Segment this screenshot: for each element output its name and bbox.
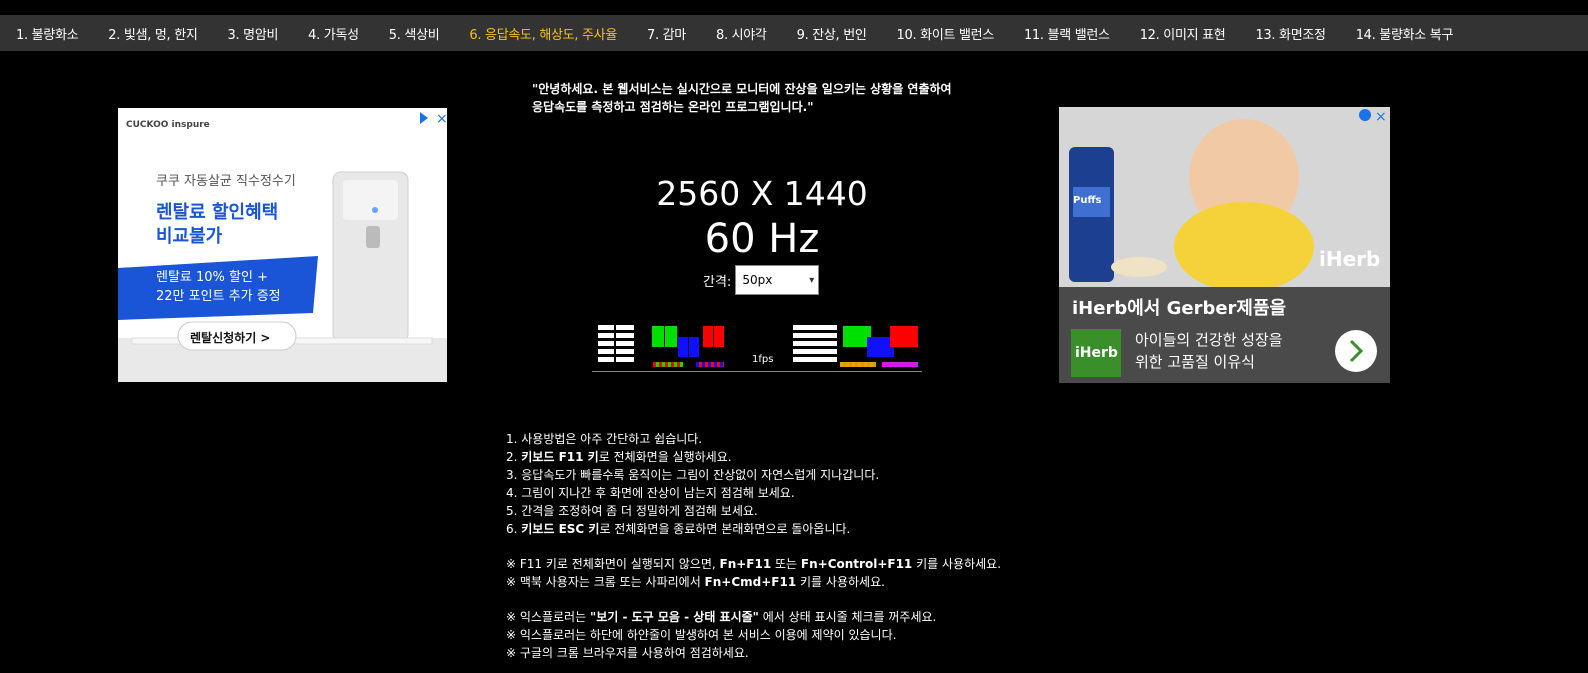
- instructions: 1. 사용방법은 아주 간단하고 쉽습니다. 2. 키보드 F11 키로 전체화…: [506, 430, 1066, 662]
- nav-item-screen-adjust[interactable]: 13. 화면조정: [1255, 24, 1326, 43]
- white-stack-left-a: [598, 325, 614, 365]
- main-nav: 1. 불량화소 2. 빛샘, 멍, 한지 3. 명암비 4. 가독성 5. 색상…: [0, 15, 1588, 51]
- response-test-area: 1fps: [592, 320, 922, 372]
- instruction-3: 3. 응답속도가 빠를수록 움직이는 그림이 잔상없이 자연스럽게 지나갑니다.: [506, 468, 880, 482]
- instruction-5: 5. 간격을 조정하여 좀 더 정밀하게 점검해 보세요.: [506, 504, 758, 518]
- resolution-readout: 2560 X 1440: [656, 174, 868, 213]
- ad-banner-right[interactable]: × Puffs iHerb iHerb에서 Gerber제품을 iHerb 아이…: [1059, 107, 1390, 383]
- red-block-left-1: [703, 326, 713, 347]
- top-strip: [0, 0, 1588, 15]
- nav-item-burn-in[interactable]: 9. 잔상, 번인: [797, 24, 867, 43]
- red-block-left-2: [714, 326, 724, 347]
- gap-label: 간격:: [703, 274, 732, 290]
- instruction-6: 6. 키보드 ESC 키로 전체화면을 종료하면 본래화면으로 돌아옵니다.: [506, 522, 851, 536]
- white-stack-left-b: [616, 325, 634, 365]
- gap-select[interactable]: 50px ▾: [735, 265, 820, 295]
- ad-right-sub2: 위한 고품질 이유식: [1135, 353, 1255, 371]
- stripe-br-left: [696, 362, 724, 367]
- svg-text:×: ×: [436, 111, 447, 127]
- test-baseline: [592, 371, 922, 372]
- ad-left-promo2: 22만 포인트 추가 증정: [156, 289, 281, 304]
- note-2: ※ 맥북 사용자는 크롬 또는 사파리에서 Fn+Cmd+F11 키를 사용하세…: [506, 575, 885, 589]
- svg-text:×: ×: [1375, 109, 1387, 125]
- ad-left-line3: 비교불가: [156, 226, 223, 247]
- green-block-left-2: [665, 326, 677, 347]
- stripe-rg-left: [653, 362, 683, 367]
- intro-line-1: "안녕하세요. 본 웹서비스는 실시간으로 모니터에 잔상을 일으키는 상황을 …: [532, 82, 952, 96]
- nav-item-black-balance[interactable]: 11. 블랙 밸런스: [1024, 24, 1110, 43]
- nav-item-readability[interactable]: 4. 가독성: [308, 24, 359, 43]
- nav-item-color-ratio[interactable]: 5. 색상비: [389, 24, 440, 43]
- instruction-2: 2. 키보드 F11 키로 전체화면을 실행하세요.: [506, 450, 732, 464]
- note-3: ※ 익스플로러는 "보기 - 도구 모음 - 상태 표시줄" 에서 상태 표시줄…: [506, 610, 937, 624]
- nav-item-gamma[interactable]: 7. 감마: [647, 24, 686, 43]
- red-block-right: [890, 326, 918, 347]
- note-4: ※ 익스플로러는 하단에 하얀줄이 발생하여 본 서비스 이용에 제약이 있습니…: [506, 628, 897, 642]
- white-stack-right: [793, 325, 837, 365]
- blue-block-left-2: [689, 337, 699, 357]
- ad-right-headline: iHerb에서 Gerber제품을: [1072, 298, 1287, 319]
- nav-item-dead-pixel[interactable]: 1. 불량화소: [16, 24, 79, 43]
- instruction-4: 4. 그림이 지나간 후 화면에 잔상이 남는지 점검해 보세요.: [506, 486, 795, 500]
- nav-item-viewing-angle[interactable]: 8. 시야각: [716, 24, 767, 43]
- gap-control: 간격: 50px ▾: [703, 265, 820, 295]
- chevron-down-icon: ▾: [809, 274, 815, 286]
- nav-item-image-expression[interactable]: 12. 이미지 표현: [1140, 24, 1226, 43]
- ad-right-logo-text: iHerb: [1075, 345, 1118, 361]
- ad-left-line2: 렌탈료 할인혜택: [156, 202, 279, 223]
- ad-right-product: Puffs: [1073, 195, 1102, 206]
- fps-label: 1fps: [752, 354, 774, 365]
- nav-item-white-balance[interactable]: 10. 화이트 밸런스: [897, 24, 995, 43]
- stripe-yellow-right: [840, 362, 876, 367]
- ad-banner-left[interactable]: × CUCKOO inspure 쿠쿠 자동살균 직수정수기 렌탈료 할인혜택 …: [118, 108, 447, 382]
- ad-left-line1: 쿠쿠 자동살균 직수정수기: [156, 174, 296, 189]
- green-block-left-1: [652, 326, 664, 347]
- ad-left-cta[interactable]: 렌탈신청하기 >: [190, 329, 270, 346]
- refresh-rate-readout: 60 Hz: [704, 216, 820, 262]
- instruction-1: 1. 사용방법은 아주 간단하고 쉽습니다.: [506, 432, 703, 446]
- intro-line-2: 응답속도를 측정하고 점검하는 온라인 프로그램입니다.": [532, 100, 814, 114]
- nav-item-response-time[interactable]: 6. 응답속도, 해상도, 주사율: [469, 24, 617, 43]
- nav-item-backlight-bleed[interactable]: 2. 빛샘, 멍, 한지: [108, 24, 198, 43]
- blue-block-left-1: [678, 337, 688, 357]
- intro-text: "안녕하세요. 본 웹서비스는 실시간으로 모니터에 잔상을 일으키는 상황을 …: [532, 80, 1052, 116]
- ad-left-brand: CUCKOO inspure: [126, 120, 210, 130]
- ad-right-sub1: 아이들의 건강한 성장을: [1135, 331, 1283, 349]
- nav-item-pixel-repair[interactable]: 14. 불량화소 복구: [1356, 24, 1454, 43]
- ad-left-promo1: 렌탈료 10% 할인 +: [156, 270, 268, 285]
- gap-select-value: 50px: [742, 273, 773, 287]
- nav-item-contrast[interactable]: 3. 명암비: [228, 24, 279, 43]
- note-5: ※ 구글의 크롬 브라우저를 사용하여 점검하세요.: [506, 646, 749, 660]
- ad-right-brand: iHerb: [1319, 247, 1381, 271]
- stripe-magenta-right: [882, 362, 918, 367]
- note-1: ※ F11 키로 전체화면이 실행되지 않으면, Fn+F11 또는 Fn+Co…: [506, 557, 1002, 571]
